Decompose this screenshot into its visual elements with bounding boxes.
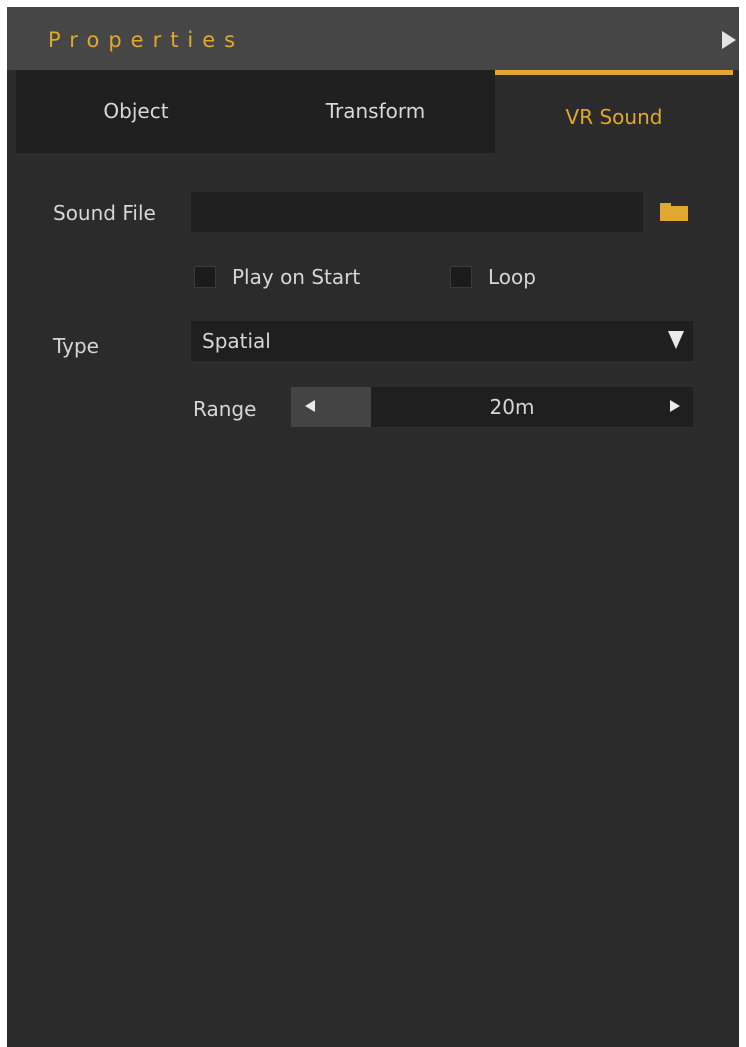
properties-panel: Properties Object Transform VR Sound Sou… <box>7 7 739 1047</box>
tab-vr-sound[interactable]: VR Sound <box>495 70 733 153</box>
tab-transform[interactable]: Transform <box>256 70 495 153</box>
type-selected-value: Spatial <box>202 329 271 353</box>
collapse-button[interactable] <box>715 7 739 70</box>
range-stepper[interactable]: 20m <box>291 387 693 427</box>
loop-checkbox[interactable] <box>450 266 472 288</box>
range-increment-button[interactable] <box>653 387 693 427</box>
tab-bar: Object Transform VR Sound <box>16 70 733 153</box>
arrow-left-icon <box>305 400 315 412</box>
folder-icon[interactable] <box>659 203 689 221</box>
play-on-start-label: Play on Start <box>232 265 361 289</box>
type-dropdown[interactable]: Spatial <box>191 321 693 361</box>
sound-file-label: Sound File <box>53 201 156 225</box>
arrow-right-icon <box>670 400 680 412</box>
loop-label: Loop <box>488 265 536 289</box>
range-value: 20m <box>489 395 535 419</box>
sound-file-input[interactable] <box>191 192 643 232</box>
range-decrement-button[interactable] <box>291 387 371 427</box>
play-triangle-icon <box>722 31 736 49</box>
play-on-start-checkbox[interactable] <box>194 266 216 288</box>
panel-title: Properties <box>48 28 245 52</box>
type-label: Type <box>53 334 99 358</box>
range-label: Range <box>193 397 257 421</box>
tab-object[interactable]: Object <box>16 70 256 153</box>
dropdown-arrow-icon <box>668 331 684 349</box>
panel-titlebar: Properties <box>7 7 739 70</box>
